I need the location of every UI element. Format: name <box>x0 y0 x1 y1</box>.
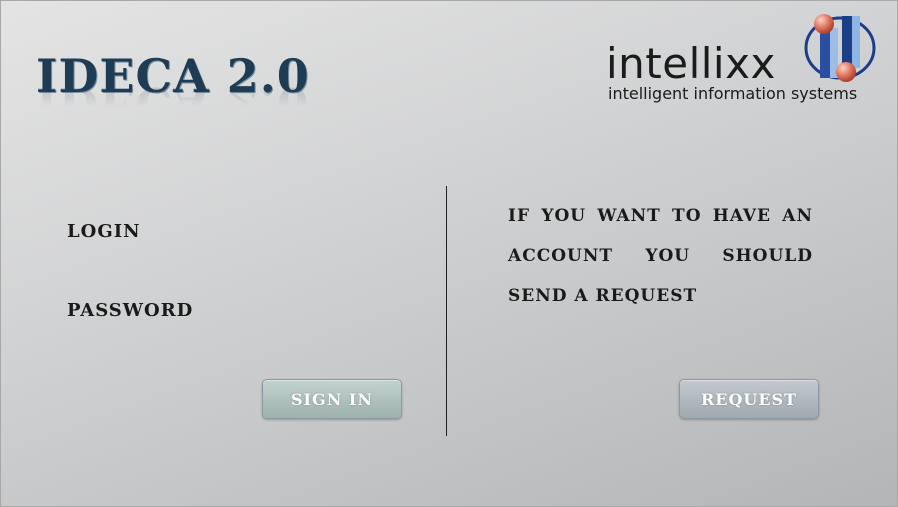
password-label: PASSWORD <box>67 300 194 321</box>
vertical-divider <box>446 186 447 436</box>
sign-in-button[interactable]: SIGN IN <box>262 379 402 419</box>
app-title: IDECA 2.0 <box>36 49 310 103</box>
request-info-text: IF YOU WANT TO HAVE AN ACCOUNT YOU SHOUL… <box>508 206 813 306</box>
request-button[interactable]: REQUEST <box>679 379 819 419</box>
brand-logo: intellixx intelligent information system… <box>606 10 886 110</box>
intellixx-mark-icon <box>804 14 876 82</box>
brand-tagline: intelligent information systems <box>608 84 858 103</box>
login-label: LOGIN <box>67 221 141 242</box>
brand-name: intellixx <box>606 39 776 88</box>
